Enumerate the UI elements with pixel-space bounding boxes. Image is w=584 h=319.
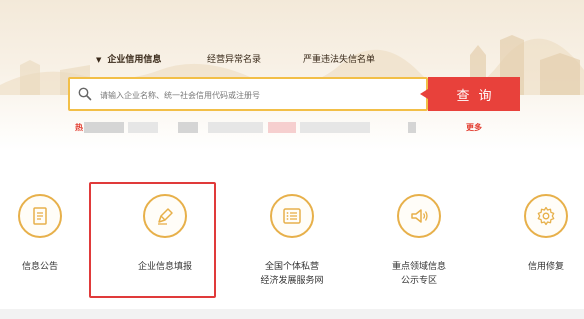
service-entries: 信息公告 企业信息填报 全国个体私营 经济发展服务网 重点领域信息 公示专区 信… [0, 180, 584, 300]
service-enterprise-report[interactable]: 企业信息填报 [105, 180, 225, 300]
redacted-hot-keyword[interactable] [268, 122, 296, 133]
tab-enterprise-credit[interactable]: ▼ 企业信用信息 [96, 52, 161, 65]
tab-label: 企业信用信息 [107, 55, 162, 65]
search-icon [78, 87, 92, 101]
service-credit-repair[interactable]: 信用修复 [486, 180, 584, 300]
search-button[interactable]: 查询 [420, 77, 520, 111]
search-type-tabs: ▼ 企业信用信息 经营异常名录 严重违法失信名单 [0, 52, 584, 68]
gear-icon [537, 206, 555, 226]
redacted-hot-keyword[interactable] [128, 122, 158, 133]
megaphone-icon [411, 209, 428, 223]
redacted-hot-keyword[interactable] [208, 122, 263, 133]
service-label: 重点领域信息 公示专区 [391, 262, 446, 286]
pen-icon [158, 208, 173, 225]
more-link[interactable]: 更多 [466, 122, 482, 133]
service-icon-circle [270, 194, 314, 238]
tab-label: 严重违法失信名单 [303, 55, 376, 65]
document-icon [33, 207, 47, 225]
tab-serious-violation-list[interactable]: 严重违法失信名单 [303, 52, 375, 65]
service-label: 全国个体私营 经济发展服务网 [260, 262, 324, 286]
service-label: 企业信息填报 [137, 262, 192, 272]
service-info-announcement[interactable]: 信息公告 [0, 180, 100, 300]
redacted-hot-keyword[interactable] [300, 122, 370, 133]
tab-abnormal-list[interactable]: 经营异常名录 [207, 52, 261, 65]
service-label: 信用修复 [527, 262, 564, 272]
redacted-hot-keyword[interactable] [178, 122, 198, 133]
service-icon-circle [397, 194, 441, 238]
service-key-field-publicity[interactable]: 重点领域信息 公示专区 [359, 180, 479, 300]
search-input[interactable] [98, 85, 422, 105]
service-icon-circle [524, 194, 568, 238]
hot-label: 热 [75, 123, 83, 132]
list-icon [283, 208, 301, 224]
redacted-hot-keyword[interactable] [408, 122, 416, 133]
caret-down-icon: ▼ [96, 56, 102, 64]
footer-strip [0, 309, 584, 319]
hot-search-row: 热 更多 [0, 122, 584, 134]
service-label: 信息公告 [21, 262, 58, 272]
redacted-hot-keyword[interactable] [84, 122, 124, 133]
service-private-economy-network[interactable]: 全国个体私营 经济发展服务网 [232, 180, 352, 300]
service-icon-circle [143, 194, 187, 238]
service-icon-circle [18, 194, 62, 238]
tab-label: 经营异常名录 [207, 55, 262, 65]
search-box [68, 77, 428, 111]
